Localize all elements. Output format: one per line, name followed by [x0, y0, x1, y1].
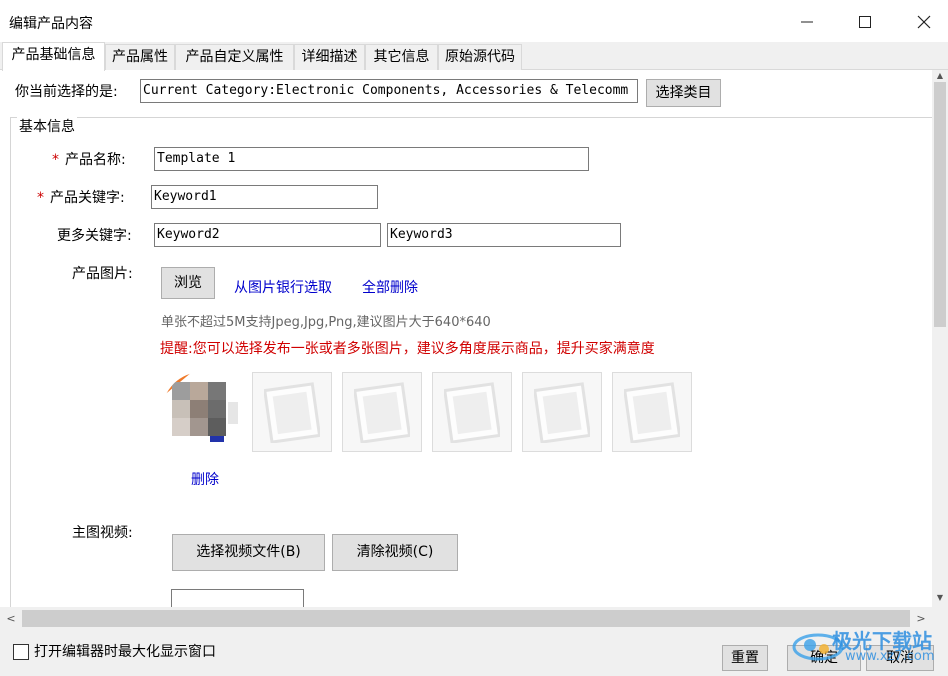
- maximize-on-open-checkbox[interactable]: [13, 644, 29, 660]
- more-keywords-label: 更多关键字:: [57, 228, 132, 244]
- image-size-hint: 单张不超过5M支持Jpeg,Jpg,Png,建议图片大于640*640: [161, 315, 491, 330]
- product-image-thumbnail[interactable]: [162, 372, 242, 452]
- category-label: 你当前选择的是:: [15, 84, 118, 100]
- image-slot[interactable]: [252, 372, 332, 452]
- title-bar: 编辑产品内容: [0, 0, 948, 42]
- product-name-label: 产品名称:: [65, 152, 126, 168]
- tab-bar: 产品基础信息 产品属性 产品自定义属性 详细描述 其它信息 原始源代码: [0, 42, 948, 71]
- tab-description[interactable]: 详细描述: [294, 44, 365, 70]
- vertical-scroll-thumb[interactable]: [934, 82, 946, 327]
- image-slot[interactable]: [342, 372, 422, 452]
- window-title: 编辑产品内容: [9, 16, 93, 32]
- clear-video-button[interactable]: 清除视频(C): [332, 534, 458, 571]
- image-slot[interactable]: [612, 372, 692, 452]
- image-placeholder-icon: [534, 382, 590, 443]
- select-category-button[interactable]: 选择类目: [646, 79, 721, 107]
- basic-info-legend: 基本信息: [17, 116, 77, 136]
- image-upload-tip: 提醒:您可以选择发布一张或者多张图片，建议多角度展示商品，提升买家满意度: [160, 341, 655, 357]
- tab-custom-attributes[interactable]: 产品自定义属性: [175, 44, 294, 70]
- image-bank-link[interactable]: 从图片银行选取: [234, 277, 332, 297]
- scroll-up-icon[interactable]: ▲: [932, 70, 948, 82]
- required-mark: *: [37, 190, 44, 206]
- tab-source-code[interactable]: 原始源代码: [438, 44, 522, 70]
- keyword-label-row: * 产品关键字:: [37, 187, 125, 207]
- image-placeholder-icon: [444, 382, 500, 443]
- tab-attributes[interactable]: 产品属性: [105, 44, 175, 70]
- keyword-label: 产品关键字:: [50, 190, 125, 206]
- horizontal-scroll-thumb[interactable]: [22, 610, 910, 627]
- delete-image-link[interactable]: 删除: [191, 469, 219, 489]
- browse-button[interactable]: 浏览: [161, 267, 215, 299]
- content-panel: 你当前选择的是: Current Category:Electronic Com…: [0, 70, 932, 607]
- delete-all-link[interactable]: 全部删除: [362, 277, 418, 297]
- minimize-icon[interactable]: [795, 10, 819, 34]
- more-keyword-field-2[interactable]: Keyword3: [387, 223, 621, 247]
- product-name-field[interactable]: Template 1: [154, 147, 589, 171]
- scroll-down-icon[interactable]: ▼: [932, 592, 948, 604]
- watermark-url: www.xz7.com: [845, 649, 935, 664]
- image-placeholder-icon: [354, 382, 410, 443]
- scroll-left-icon[interactable]: <: [2, 607, 20, 631]
- tab-basic-info[interactable]: 产品基础信息: [2, 42, 105, 71]
- video-preview-box: [171, 589, 304, 607]
- basic-info-group: [10, 117, 932, 607]
- image-slot[interactable]: [432, 372, 512, 452]
- image-placeholder-icon: [264, 382, 320, 443]
- close-icon[interactable]: [912, 10, 936, 34]
- vertical-scrollbar[interactable]: ▲ ▼: [932, 70, 948, 607]
- maximize-icon[interactable]: [853, 10, 877, 34]
- product-name-label-row: * 产品名称:: [52, 149, 126, 169]
- keyword-field[interactable]: Keyword1: [151, 185, 378, 209]
- image-placeholder-icon: [624, 382, 680, 443]
- reset-button[interactable]: 重置: [722, 645, 768, 671]
- footer-bar: 打开编辑器时最大化显示窗口 重置 确定 取消 极光下载站 www.xz7.com: [0, 629, 948, 676]
- category-field[interactable]: Current Category:Electronic Components, …: [140, 79, 638, 103]
- more-keyword-field-1[interactable]: Keyword2: [154, 223, 381, 247]
- required-mark: *: [52, 152, 59, 168]
- product-images-label: 产品图片:: [72, 266, 133, 282]
- tab-other-info[interactable]: 其它信息: [365, 44, 438, 70]
- select-video-button[interactable]: 选择视频文件(B): [172, 534, 325, 571]
- image-slot[interactable]: [522, 372, 602, 452]
- main-video-label: 主图视频:: [72, 525, 133, 541]
- maximize-on-open-label: 打开编辑器时最大化显示窗口: [34, 644, 216, 660]
